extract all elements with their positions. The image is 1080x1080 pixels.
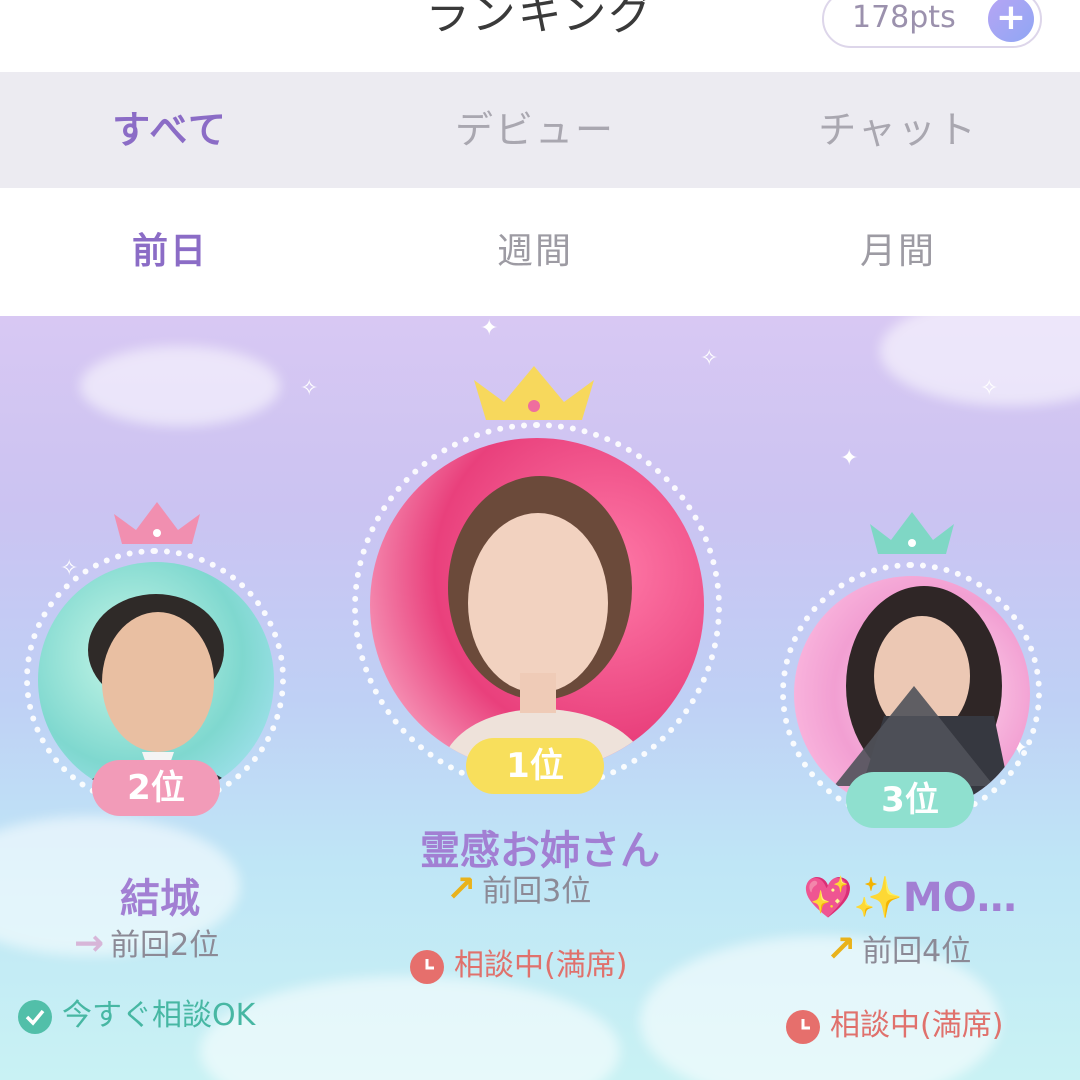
gold-crown-icon — [474, 366, 594, 420]
points-value: 178pts — [852, 0, 956, 35]
status-3: 相談中(満席) — [786, 1000, 1003, 1044]
status-text: 今すぐ相談OK — [62, 998, 256, 1033]
arrow-up-icon: ↗ — [446, 869, 477, 910]
status-2: 今すぐ相談OK — [18, 990, 255, 1034]
sparkle-icon: ✧ — [300, 376, 319, 401]
tab-chat[interactable]: チャット — [718, 72, 1078, 188]
status-1: 相談中(満席) — [410, 940, 627, 984]
cloud-decoration — [200, 976, 620, 1080]
sparkle-icon: ✦ — [480, 316, 499, 341]
tab-debut[interactable]: デビュー — [355, 72, 715, 188]
category-tabs: すべて デビュー チャット — [0, 72, 1080, 188]
clock-icon — [786, 1009, 820, 1044]
arrow-same-icon: → — [74, 923, 105, 964]
tab-weekly[interactable]: 週間 — [355, 188, 715, 316]
sparkle-icon: ✧ — [700, 346, 719, 371]
portrait-image — [440, 476, 650, 772]
app-header: ランキング 178pts + — [0, 0, 1080, 72]
clock-icon — [410, 949, 444, 984]
points-balance-button[interactable]: 178pts + — [822, 0, 1042, 48]
arrow-up-icon: ↗ — [826, 929, 857, 970]
previous-rank-text: 前回3位 — [482, 874, 592, 909]
period-tabs: 前日 週間 月間 — [0, 188, 1080, 316]
rank-badge-2: 2位 — [92, 760, 220, 816]
status-text: 相談中(満席) — [454, 948, 628, 983]
previous-rank-2: → 前回2位 — [74, 920, 219, 964]
previous-rank-1: ↗ 前回3位 — [446, 866, 591, 910]
diviner-name-3[interactable]: 💖✨MO… — [770, 874, 1050, 921]
mint-crown-icon — [870, 512, 954, 554]
avatar-rank-1[interactable] — [370, 438, 704, 772]
tab-monthly[interactable]: 月間 — [718, 188, 1078, 316]
status-text: 相談中(満席) — [830, 1008, 1004, 1043]
pink-crown-icon — [114, 502, 200, 544]
add-points-icon[interactable]: + — [988, 0, 1034, 42]
previous-rank-text: 前回4位 — [862, 934, 972, 969]
check-icon — [18, 999, 52, 1034]
diviner-name-2[interactable]: 結城 — [40, 866, 280, 924]
sparkle-icon: ✧ — [980, 376, 999, 401]
previous-rank-3: ↗ 前回4位 — [826, 926, 971, 970]
rank-badge-1: 1位 — [466, 738, 604, 794]
previous-rank-text: 前回2位 — [110, 928, 220, 963]
rank-badge-3: 3位 — [846, 772, 974, 828]
tab-all[interactable]: すべて — [0, 72, 350, 188]
cloud-decoration — [80, 346, 280, 426]
sparkle-icon: ✦ — [840, 446, 859, 471]
tab-previous-day[interactable]: 前日 — [0, 188, 350, 316]
